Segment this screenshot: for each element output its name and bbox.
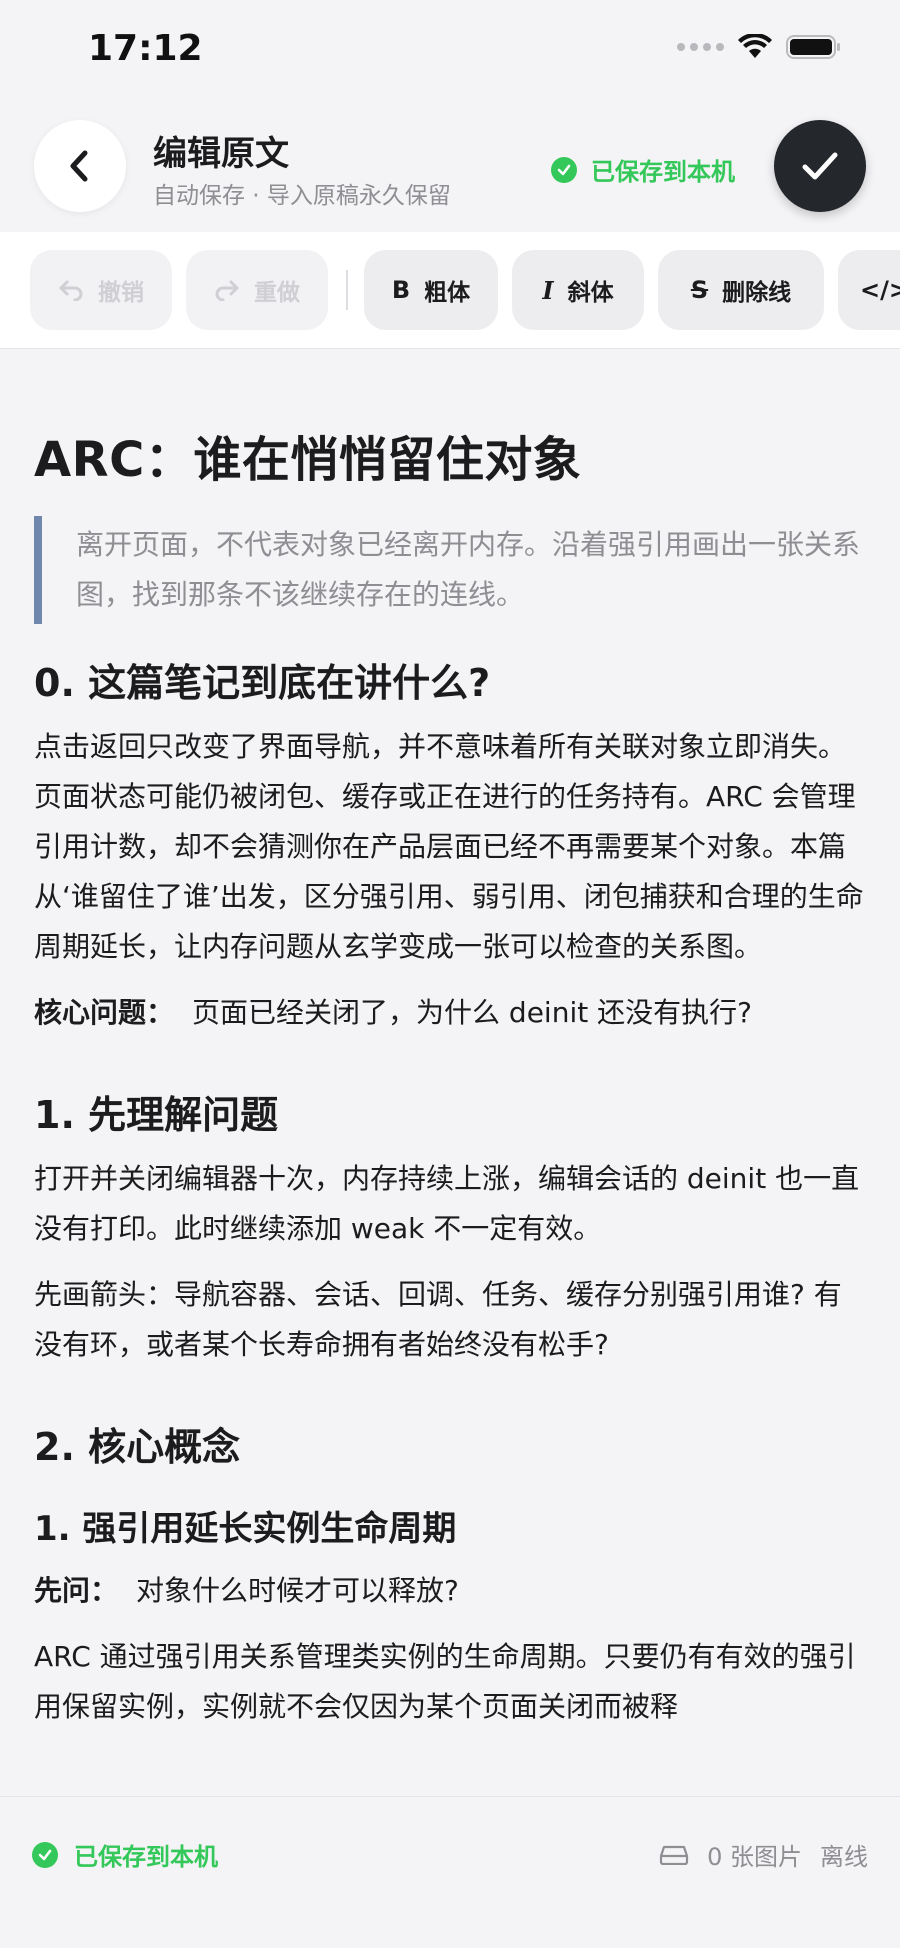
- section-heading-1: 1. 先理解问题: [34, 1093, 279, 1137]
- page-subtitle: 自动保存 · 导入原稿永久保留: [153, 183, 451, 209]
- status-footer: 已保存到本机 0 张图片 离线: [0, 1796, 900, 1948]
- ask-label: 先问：: [34, 1574, 119, 1607]
- undo-button[interactable]: 撤销: [30, 250, 172, 330]
- core-question-text: 页面已经关闭了，为什么 deinit 还没有执行?: [192, 996, 752, 1029]
- done-button[interactable]: [774, 120, 866, 212]
- ask-text: 对象什么时候才可以释放?: [136, 1574, 459, 1607]
- subsection-heading-2-1: 1. 强引用延长实例生命周期: [34, 1509, 457, 1549]
- subsection-ask: 先问： 对象什么时候才可以释放?: [34, 1566, 864, 1616]
- section-heading-0: 0. 这篇笔记到底在讲什么?: [34, 661, 491, 705]
- redo-icon: [215, 280, 239, 301]
- saved-check-icon: [32, 1841, 58, 1868]
- checkmark-icon: [802, 152, 838, 180]
- cellular-signal-icon: [677, 43, 724, 51]
- bold-button[interactable]: B 粗体: [364, 250, 498, 330]
- editor-content[interactable]: ARC：谁在悄悄留住对象 离开页面，不代表对象已经离开内存。沿着强引用画出一张关…: [34, 348, 864, 1748]
- status-time: 17:12: [88, 28, 203, 69]
- bold-label: 粗体: [424, 280, 471, 306]
- redo-button[interactable]: 重做: [186, 250, 328, 330]
- battery-icon: [786, 35, 840, 59]
- strikethrough-button[interactable]: S 删除线: [658, 250, 824, 330]
- format-toolbar[interactable]: 撤销 重做 B 粗体 I 斜体 S 删除线 </>: [0, 232, 900, 349]
- doc-title: ARC：谁在悄悄留住对象: [34, 432, 582, 488]
- storage-drive-icon: [659, 1845, 689, 1865]
- footer-save-text: 已保存到本机: [74, 1843, 218, 1871]
- bold-icon: B: [391, 276, 411, 304]
- footer-save-status: 已保存到本机: [32, 1837, 218, 1872]
- section-1-paragraph-2: 先画箭头：导航容器、会话、回调、任务、缓存分别强引用谁? 有没有环，或者某个长寿…: [34, 1278, 842, 1361]
- italic-button[interactable]: I 斜体: [512, 250, 644, 330]
- save-status-text: 已保存到本机: [591, 158, 735, 186]
- redo-label: 重做: [254, 280, 300, 306]
- status-icons: [677, 34, 842, 60]
- code-icon: </>: [860, 276, 900, 304]
- section-1-paragraph-1: 打开并关闭编辑器十次，内存持续上涨，编辑会话的 deinit 也一直没有打印。此…: [34, 1162, 860, 1245]
- page-title: 编辑原文: [153, 134, 289, 174]
- back-button[interactable]: [34, 120, 126, 212]
- image-count: 0 张图片: [707, 1843, 802, 1871]
- section-0-core-question: 核心问题： 页面已经关闭了，为什么 deinit 还没有执行?: [34, 988, 864, 1038]
- wifi-icon: [738, 34, 772, 58]
- status-bar: 17:12: [0, 0, 900, 100]
- chevron-left-icon: [70, 150, 88, 182]
- network-status: 离线: [820, 1843, 868, 1871]
- section-2-paragraph: ARC 通过强引用关系管理类实例的生命周期。只要仍有有效的强引用保留实例，实例就…: [34, 1640, 856, 1723]
- italic-label: 斜体: [567, 280, 614, 306]
- section-heading-2: 2. 核心概念: [34, 1425, 241, 1469]
- core-question-label: 核心问题：: [34, 996, 175, 1029]
- undo-icon: [59, 280, 83, 301]
- editor-header: 编辑原文 自动保存 · 导入原稿永久保留 已保存到本机: [0, 100, 900, 232]
- doc-blockquote: 离开页面，不代表对象已经离开内存。沿着强引用画出一张关系图，找到那条不该继续存在…: [34, 516, 864, 624]
- save-status: 已保存到本机: [551, 152, 735, 187]
- strikethrough-label: 删除线: [722, 280, 792, 306]
- toolbar-divider: [346, 270, 348, 310]
- undo-label: 撤销: [98, 280, 144, 306]
- italic-icon: I: [542, 275, 554, 305]
- saved-check-icon: [551, 156, 577, 183]
- strikethrough-icon: S: [690, 276, 709, 304]
- footer-info: 0 张图片 离线: [659, 1837, 868, 1872]
- section-0-paragraph: 点击返回只改变了界面导航，并不意味着所有关联对象立即消失。页面状态可能仍被闭包、…: [34, 730, 864, 963]
- code-button[interactable]: </>: [838, 250, 900, 330]
